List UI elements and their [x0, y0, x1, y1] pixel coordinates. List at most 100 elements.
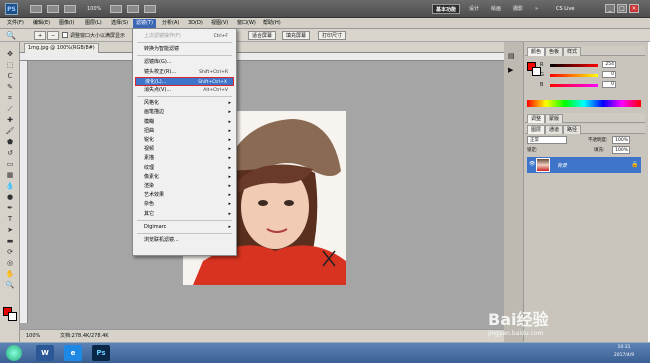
workspace-essentials[interactable]: 基本功能 — [432, 4, 461, 14]
slider-r-track[interactable] — [550, 64, 598, 67]
filter-menu-item[interactable]: 浏览联机滤镜... — [135, 236, 234, 245]
slider-g-value[interactable]: 0 — [602, 71, 616, 78]
arrange-documents-icon[interactable] — [144, 5, 156, 13]
zoom-level[interactable]: 100% — [84, 4, 104, 14]
eraser-tool-icon[interactable]: ▭ — [4, 160, 16, 169]
clone-stamp-tool-icon[interactable]: ⬟ — [4, 138, 16, 147]
start-button-icon[interactable] — [6, 345, 22, 361]
workspace-photography[interactable]: 摄影 — [510, 4, 526, 14]
fit-screen-button[interactable]: 适合屏幕 — [248, 31, 277, 40]
tab-styles[interactable]: 样式 — [563, 47, 582, 56]
filter-menu-item[interactable]: 艺术效果 ▸ — [135, 191, 234, 200]
bridge-icon[interactable] — [30, 5, 42, 13]
tab-swatches[interactable]: 色板 — [545, 47, 564, 56]
slider-g-track[interactable] — [550, 74, 598, 77]
system-clock[interactable]: 10:31 2017/4/9 — [600, 344, 648, 362]
menu-layer[interactable]: 图层(L) — [82, 19, 105, 28]
workspace-design[interactable]: 设计 — [466, 4, 482, 14]
menu-analysis[interactable]: 分析(A) — [159, 19, 182, 28]
word-taskbar-icon[interactable]: W — [36, 345, 54, 361]
blend-mode-select[interactable]: 正常 — [527, 136, 567, 144]
opacity-input[interactable]: 100% — [612, 136, 630, 144]
workspace-painting[interactable]: 绘画 — [488, 4, 504, 14]
tab-color[interactable]: 颜色 — [527, 47, 546, 56]
tab-paths[interactable]: 路径 — [563, 125, 582, 134]
close-icon[interactable]: × — [629, 4, 639, 13]
tab-layers[interactable]: 图层 — [527, 125, 546, 134]
document-tab[interactable]: 1mg.jpg @ 100%(RGB/8#) — [24, 43, 99, 53]
hand-tool-icon[interactable] — [110, 5, 122, 13]
type-tool-icon[interactable]: T — [4, 215, 16, 224]
filter-menu-item[interactable]: 纹理 ▸ — [135, 164, 234, 173]
zoom-tool-icon[interactable]: 🔍 — [6, 31, 16, 40]
mini-bridge-icon[interactable] — [47, 5, 59, 13]
filter-menu-item[interactable]: 杂色 ▸ — [135, 200, 234, 209]
filter-menu-item[interactable]: 风格化 ▸ — [135, 99, 234, 108]
move-tool-icon[interactable]: ✥ — [4, 50, 16, 59]
workspace-more-icon[interactable]: » — [532, 4, 541, 14]
print-size-button[interactable]: 打印尺寸 — [318, 31, 347, 40]
menu-view[interactable]: 视图(V) — [208, 19, 231, 28]
tab-adjustments[interactable]: 调整 — [527, 114, 546, 123]
minimize-icon[interactable]: _ — [605, 4, 615, 13]
hand-tool-icon[interactable]: ✋ — [4, 270, 16, 279]
filter-menu-item[interactable]: 镜头校正(R)... Shift+Ctrl+R — [135, 68, 234, 77]
background-color-swatch[interactable] — [8, 312, 17, 321]
brush-tool-icon[interactable]: 🖌 — [4, 127, 16, 136]
menu-help[interactable]: 帮助(H) — [260, 19, 284, 28]
rotate-view-icon[interactable] — [127, 5, 139, 13]
crop-tool-icon[interactable]: ⌗ — [4, 94, 16, 103]
filter-menu-item[interactable]: 滤镜库(G)... — [135, 58, 234, 67]
view-extras-icon[interactable] — [64, 5, 76, 13]
status-zoom[interactable]: 100% — [26, 330, 40, 342]
filter-menu-item[interactable]: 素描 ▸ — [135, 154, 234, 163]
resize-window-checkbox[interactable] — [62, 32, 68, 38]
menu-select[interactable]: 选择(S) — [108, 19, 131, 28]
zoom-in-icon[interactable]: + — [34, 31, 46, 40]
ie-taskbar-icon[interactable]: e — [64, 345, 82, 361]
quick-select-tool-icon[interactable]: ✎ — [4, 83, 16, 92]
filter-menu-item[interactable]: 上次滤镜操作(F) Ctrl+F — [135, 32, 234, 41]
layer-visibility-eye-icon[interactable]: 👁 — [529, 161, 535, 167]
filter-menu-item[interactable]: 液化(L)... Shift+Ctrl+X — [135, 76, 234, 86]
menu-file[interactable]: 文件(F) — [4, 19, 27, 28]
actions-panel-icon[interactable]: ▶ — [508, 66, 513, 74]
zoom-tool-icon[interactable]: 🔍 — [4, 281, 16, 290]
pen-tool-icon[interactable]: ✒ — [4, 204, 16, 213]
filter-menu-item[interactable]: 锐化 ▸ — [135, 136, 234, 145]
path-selection-tool-icon[interactable]: ➤ — [4, 226, 16, 235]
filter-menu-item[interactable]: 画笔描边 ▸ — [135, 108, 234, 117]
menu-filter[interactable]: 滤镜(T) — [133, 19, 156, 28]
filter-menu-item[interactable]: 视频 ▸ — [135, 145, 234, 154]
tab-channels[interactable]: 通道 — [545, 125, 564, 134]
slider-r-value[interactable]: 254 — [602, 61, 616, 68]
menu-image[interactable]: 图像(I) — [56, 19, 77, 28]
photoshop-taskbar-icon[interactable]: Ps — [92, 345, 110, 361]
filter-menu-item[interactable]: 渲染 ▸ — [135, 182, 234, 191]
menu-edit[interactable]: 编辑(E) — [30, 19, 53, 28]
shape-tool-icon[interactable]: ▬ — [4, 237, 16, 246]
menu-3d[interactable]: 3D(D) — [185, 19, 206, 28]
filter-menu-item[interactable]: 转换为智能滤镜 — [135, 45, 234, 54]
color-spectrum-bar[interactable] — [527, 100, 641, 107]
filter-menu-item[interactable]: Digimarc ▸ — [135, 223, 234, 232]
healing-brush-tool-icon[interactable]: ✚ — [4, 116, 16, 125]
blur-tool-icon[interactable]: 💧 — [4, 182, 16, 191]
fill-input[interactable]: 100% — [612, 146, 630, 154]
dodge-tool-icon[interactable]: ● — [4, 193, 16, 202]
filter-menu-item[interactable]: 其它 ▸ — [135, 210, 234, 219]
lasso-tool-icon[interactable]: ᑕ — [4, 72, 16, 81]
gradient-tool-icon[interactable]: ▦ — [4, 171, 16, 180]
marquee-tool-icon[interactable]: ⬚ — [4, 61, 16, 70]
tab-masks[interactable]: 蒙版 — [545, 114, 564, 123]
zoom-out-icon[interactable]: − — [47, 31, 59, 40]
eyedropper-tool-icon[interactable]: ⟋ — [4, 105, 16, 114]
cs-live-button[interactable]: CS Live — [553, 4, 577, 14]
3d-rotate-tool-icon[interactable]: ⟳ — [4, 248, 16, 257]
filter-menu-item[interactable]: 消失点(V)... Alt+Ctrl+V — [135, 86, 234, 95]
slider-b-track[interactable] — [550, 84, 598, 87]
filter-menu-item[interactable]: 像素化 ▸ — [135, 173, 234, 182]
history-brush-tool-icon[interactable]: ↺ — [4, 149, 16, 158]
menu-window[interactable]: 窗口(W) — [234, 19, 259, 28]
filter-menu-item[interactable]: 扭曲 ▸ — [135, 127, 234, 136]
